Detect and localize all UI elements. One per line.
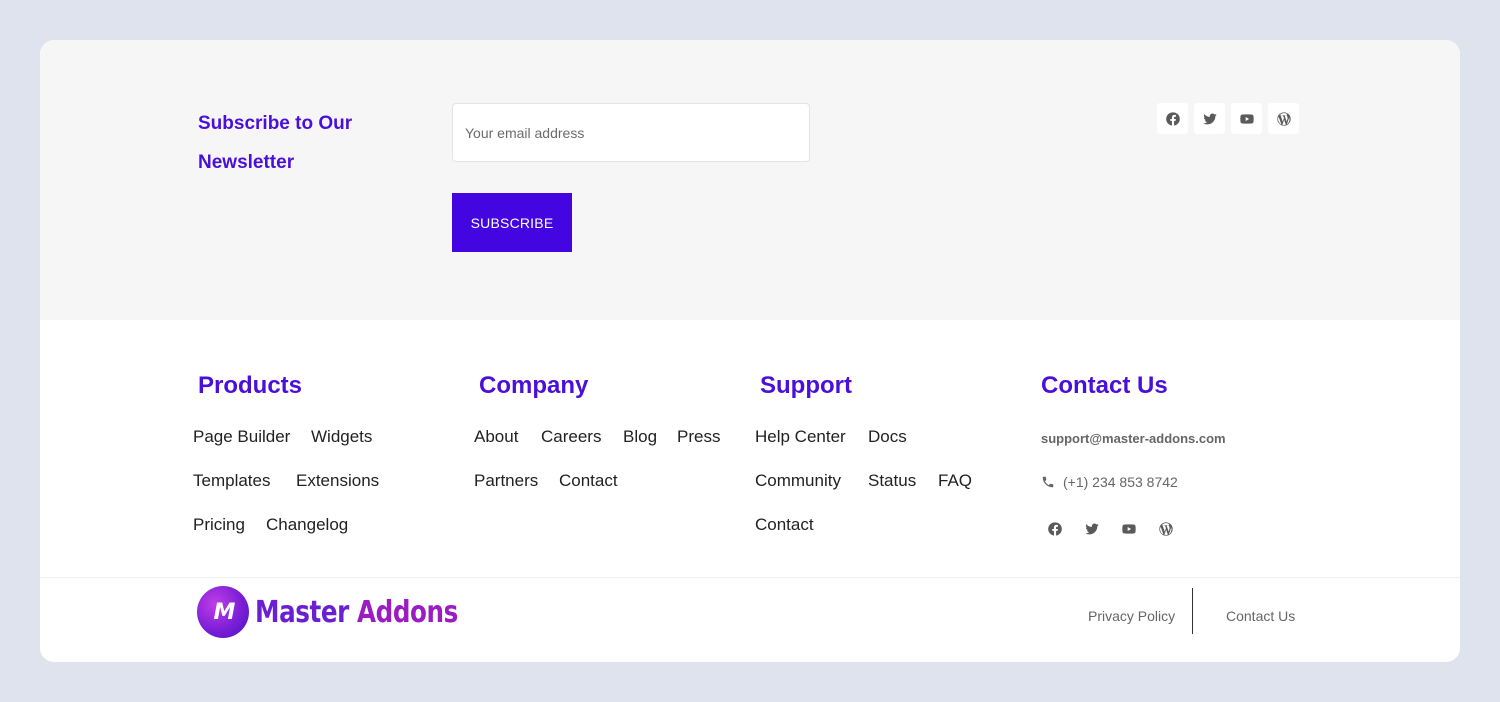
link-faq[interactable]: FAQ <box>938 471 972 491</box>
logo-word-master: Master <box>255 594 349 630</box>
wordpress-icon[interactable] <box>1157 520 1174 537</box>
wordpress-icon[interactable] <box>1268 103 1299 134</box>
footer-link-separator <box>1192 588 1193 634</box>
email-input[interactable] <box>452 103 810 162</box>
contact-phone[interactable]: (+1) 234 853 8742 <box>1063 474 1178 490</box>
footer-bottom-bar: M Master Addons Privacy Policy Contact U… <box>40 578 1460 662</box>
link-docs[interactable]: Docs <box>868 427 907 447</box>
link-blog[interactable]: Blog <box>623 427 657 447</box>
subscribe-button[interactable]: SUBSCRIBE <box>452 193 572 252</box>
youtube-icon[interactable] <box>1120 520 1137 537</box>
social-links-bottom <box>1046 520 1174 537</box>
contact-email[interactable]: support@master-addons.com <box>1041 431 1226 446</box>
link-community[interactable]: Community <box>755 471 841 491</box>
link-changelog[interactable]: Changelog <box>266 515 348 535</box>
footer-links-area: Products Page Builder Widgets Templates … <box>40 320 1460 577</box>
link-careers[interactable]: Careers <box>541 427 601 447</box>
logo-mark: M <box>197 586 249 638</box>
link-partners[interactable]: Partners <box>474 471 538 491</box>
facebook-icon[interactable] <box>1046 520 1063 537</box>
support-title: Support <box>760 372 852 399</box>
newsletter-title: Subscribe to Our Newsletter <box>198 113 353 173</box>
link-page-builder[interactable]: Page Builder <box>193 427 290 447</box>
footer-card: Subscribe to Our Newsletter SUBSCRIBE Pr… <box>40 40 1460 662</box>
master-addons-logo[interactable]: M Master Addons <box>197 586 502 638</box>
logo-wordmark: Master Addons <box>255 595 458 630</box>
contact-phone-row: (+1) 234 853 8742 <box>1041 474 1178 490</box>
phone-icon <box>1041 475 1055 489</box>
facebook-icon[interactable] <box>1157 103 1188 134</box>
link-press[interactable]: Press <box>677 427 720 447</box>
link-widgets[interactable]: Widgets <box>311 427 372 447</box>
link-extensions[interactable]: Extensions <box>296 471 379 491</box>
link-status[interactable]: Status <box>868 471 916 491</box>
youtube-icon[interactable] <box>1231 103 1262 134</box>
twitter-icon[interactable] <box>1083 520 1100 537</box>
logo-word-addons: Addons <box>357 594 458 630</box>
newsletter-section: Subscribe to Our Newsletter SUBSCRIBE <box>40 40 1460 320</box>
link-support-contact[interactable]: Contact <box>755 515 814 535</box>
privacy-policy-link[interactable]: Privacy Policy <box>1088 608 1175 624</box>
contact-us-link[interactable]: Contact Us <box>1226 608 1295 624</box>
link-help-center[interactable]: Help Center <box>755 427 846 447</box>
link-pricing[interactable]: Pricing <box>193 515 245 535</box>
link-about[interactable]: About <box>474 427 518 447</box>
contact-title: Contact Us <box>1041 372 1168 399</box>
link-company-contact[interactable]: Contact <box>559 471 618 491</box>
link-templates[interactable]: Templates <box>193 471 270 491</box>
social-links-top <box>1157 103 1299 134</box>
company-title: Company <box>479 372 589 399</box>
products-title: Products <box>198 372 303 399</box>
twitter-icon[interactable] <box>1194 103 1225 134</box>
